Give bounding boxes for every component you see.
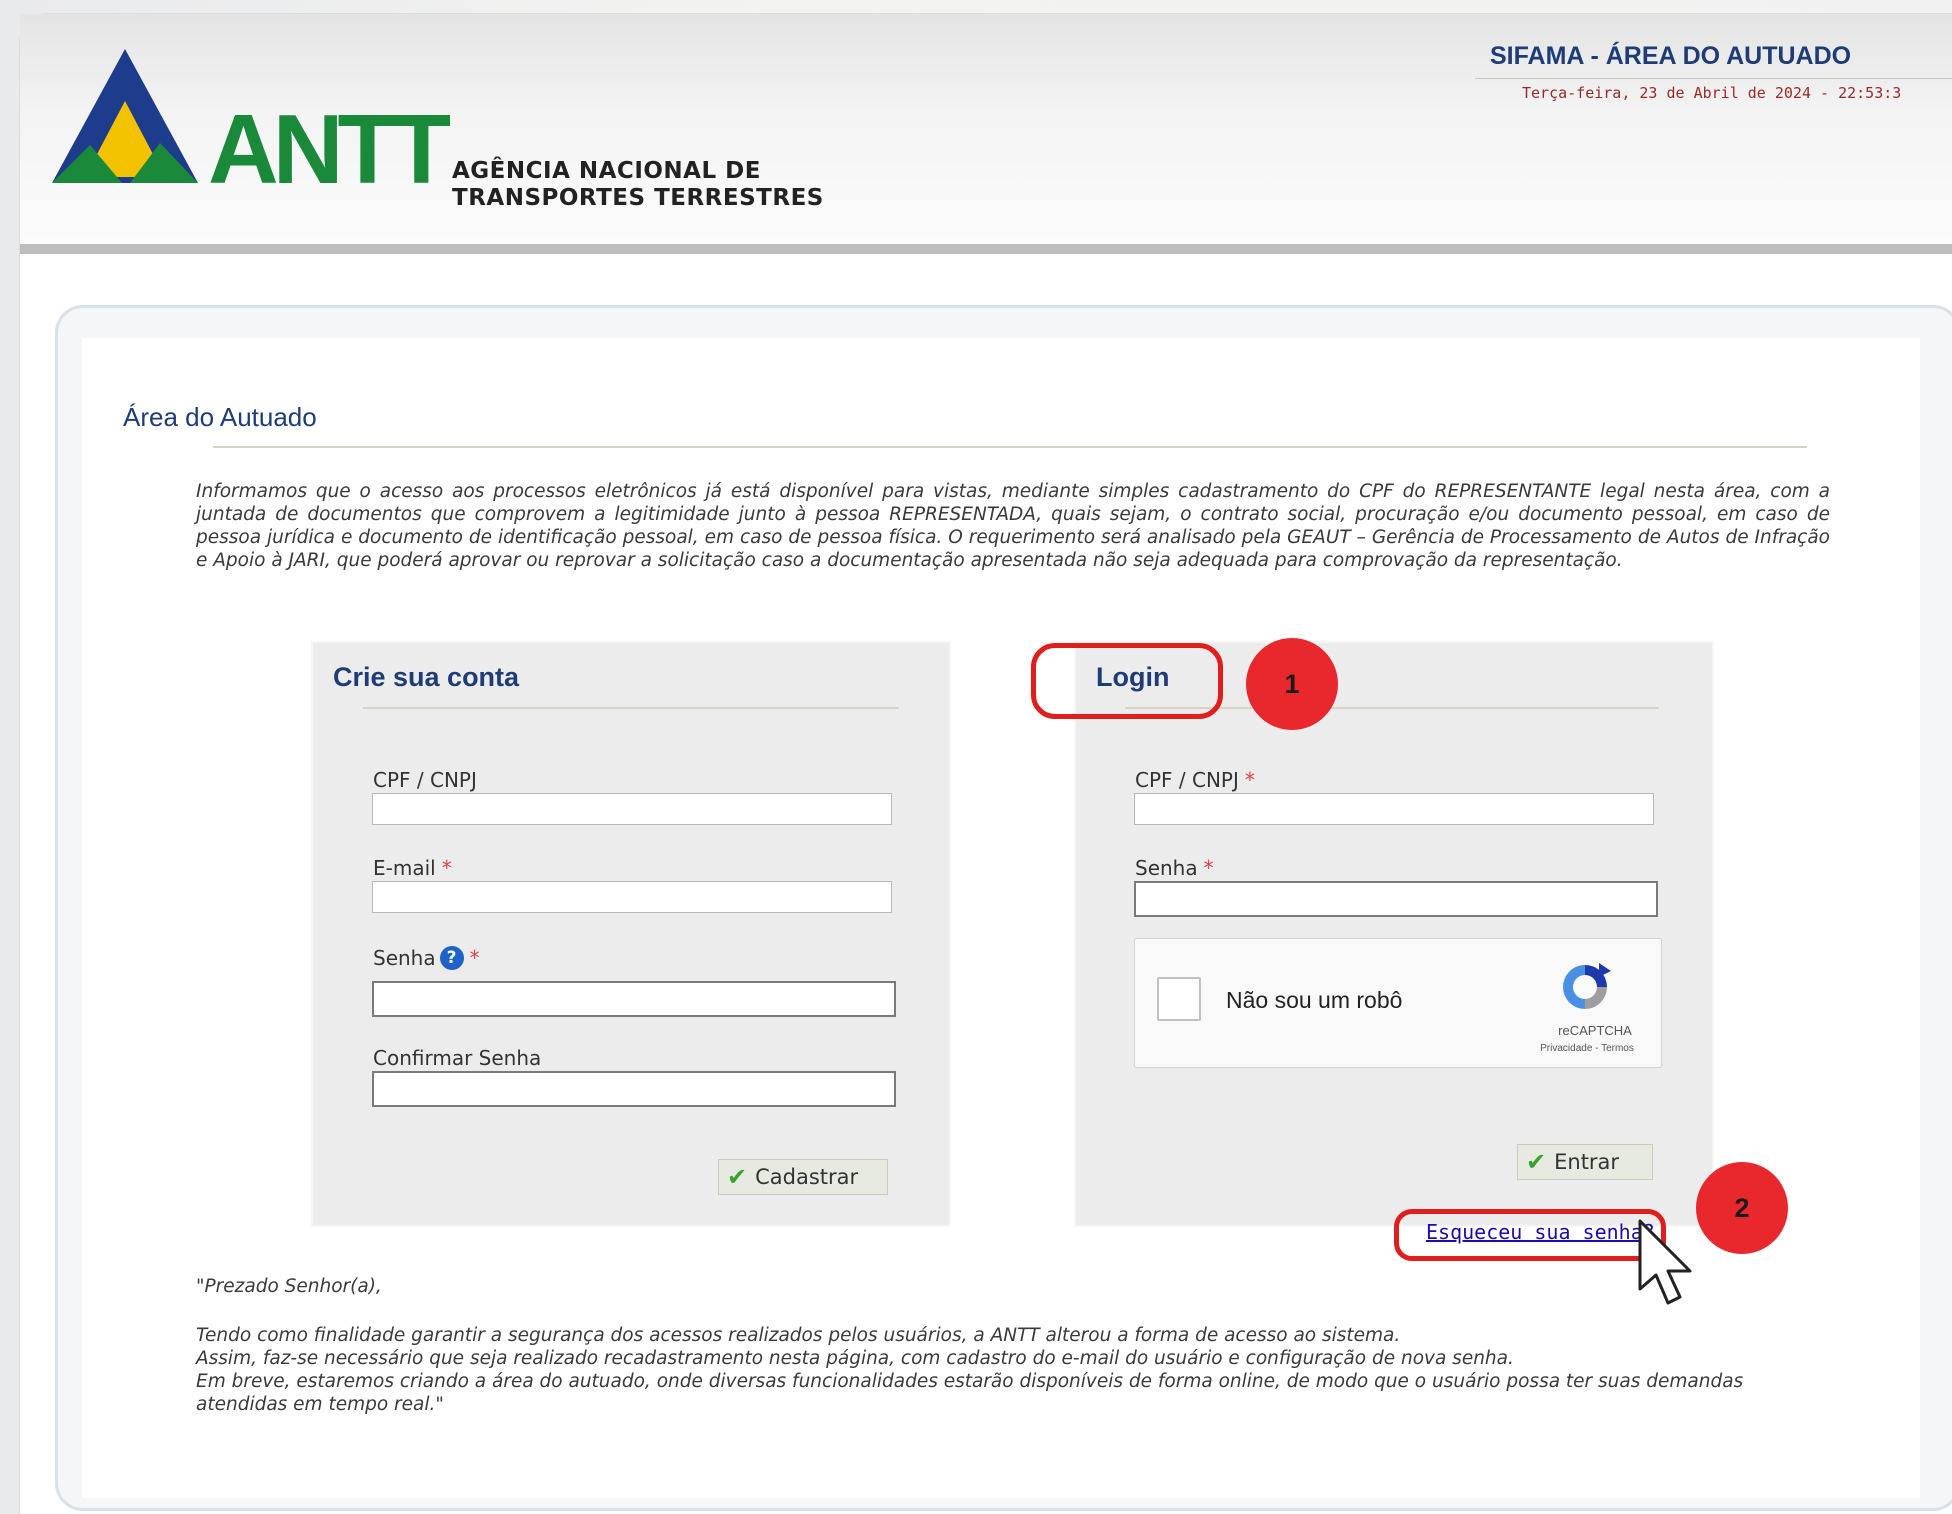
register-email-label: E-mail *	[373, 856, 452, 880]
login-password-label: Senha *	[1135, 856, 1214, 880]
notice-line: Assim, faz-se necessário que seja realiz…	[196, 1348, 1514, 1369]
notice-line: Tendo como finalidade garantir a seguran…	[196, 1325, 1401, 1346]
antt-logo-text: ANTT	[208, 94, 450, 195]
recaptcha-checkbox[interactable]	[1157, 977, 1201, 1021]
notice-line: Em breve, estaremos criando a área do au…	[196, 1371, 1744, 1415]
recaptcha-logo-icon	[1563, 963, 1611, 1009]
register-password-label: Senha? *	[373, 946, 480, 970]
required-mark: *	[1244, 768, 1255, 792]
register-submit-label: Cadastrar	[755, 1165, 859, 1189]
register-confirm-label: Confirmar Senha	[373, 1046, 542, 1070]
intro-text: Informamos que o acesso aos processos el…	[196, 481, 1830, 571]
recaptcha-links[interactable]: Privacidade - Termos	[1517, 1043, 1657, 1054]
register-email-input[interactable]	[372, 881, 892, 913]
recaptcha-widget: Não sou um robô reCAPTCHA Privacidade - …	[1134, 938, 1662, 1068]
login-submit-button[interactable]: ✔ Entrar	[1517, 1144, 1653, 1180]
notice-text: "Prezado Senhor(a), Tendo como finalidad…	[196, 1275, 1830, 1416]
antt-logo: ANTT	[52, 49, 450, 195]
login-cpf-label: CPF / CNPJ *	[1135, 768, 1255, 792]
register-panel	[311, 641, 951, 1227]
header-divider	[1475, 78, 1952, 79]
required-mark: *	[1203, 856, 1214, 880]
step-badge-2: 2	[1696, 1162, 1788, 1254]
step-badge-1: 1	[1246, 638, 1338, 730]
org-name-line1: AGÊNCIA NACIONAL DE	[452, 158, 761, 184]
highlight-login-title	[1031, 643, 1223, 719]
page-title: Área do Autuado	[123, 402, 317, 432]
checkmark-icon: ✔	[727, 1163, 748, 1191]
register-title-divider	[363, 707, 899, 709]
register-cpf-input[interactable]	[372, 793, 892, 825]
help-icon[interactable]: ?	[439, 946, 464, 970]
login-cpf-input[interactable]	[1134, 793, 1654, 825]
org-name-line2: TRANSPORTES TERRESTRES	[452, 185, 824, 211]
register-cpf-label: CPF / CNPJ	[373, 768, 477, 792]
current-datetime: Terça-feira, 23 de Abril de 2024 - 22:53…	[1522, 84, 1902, 102]
login-panel	[1074, 641, 1714, 1227]
required-mark: *	[469, 946, 480, 970]
title-divider	[213, 446, 1807, 448]
register-confirm-input[interactable]	[372, 1071, 896, 1107]
highlight-forgot-password	[1394, 1209, 1666, 1261]
system-title: SIFAMA - ÁREA DO AUTUADO	[1490, 42, 1852, 70]
register-title: Crie sua conta	[333, 662, 520, 692]
register-submit-button[interactable]: ✔ Cadastrar	[718, 1159, 888, 1195]
login-password-input[interactable]	[1134, 881, 1658, 917]
recaptcha-brand: reCAPTCHA	[1558, 1023, 1632, 1038]
login-submit-label: Entrar	[1554, 1150, 1620, 1174]
required-mark: *	[441, 856, 452, 880]
org-name: AGÊNCIA NACIONAL DE TRANSPORTES TERRESTR…	[452, 158, 824, 212]
notice-greeting: "Prezado Senhor(a),	[196, 1276, 382, 1297]
checkmark-icon: ✔	[1526, 1148, 1547, 1176]
register-password-input[interactable]	[372, 981, 896, 1017]
recaptcha-label: Não sou um robô	[1226, 987, 1403, 1013]
mouse-pointer-icon	[1638, 1219, 1692, 1305]
